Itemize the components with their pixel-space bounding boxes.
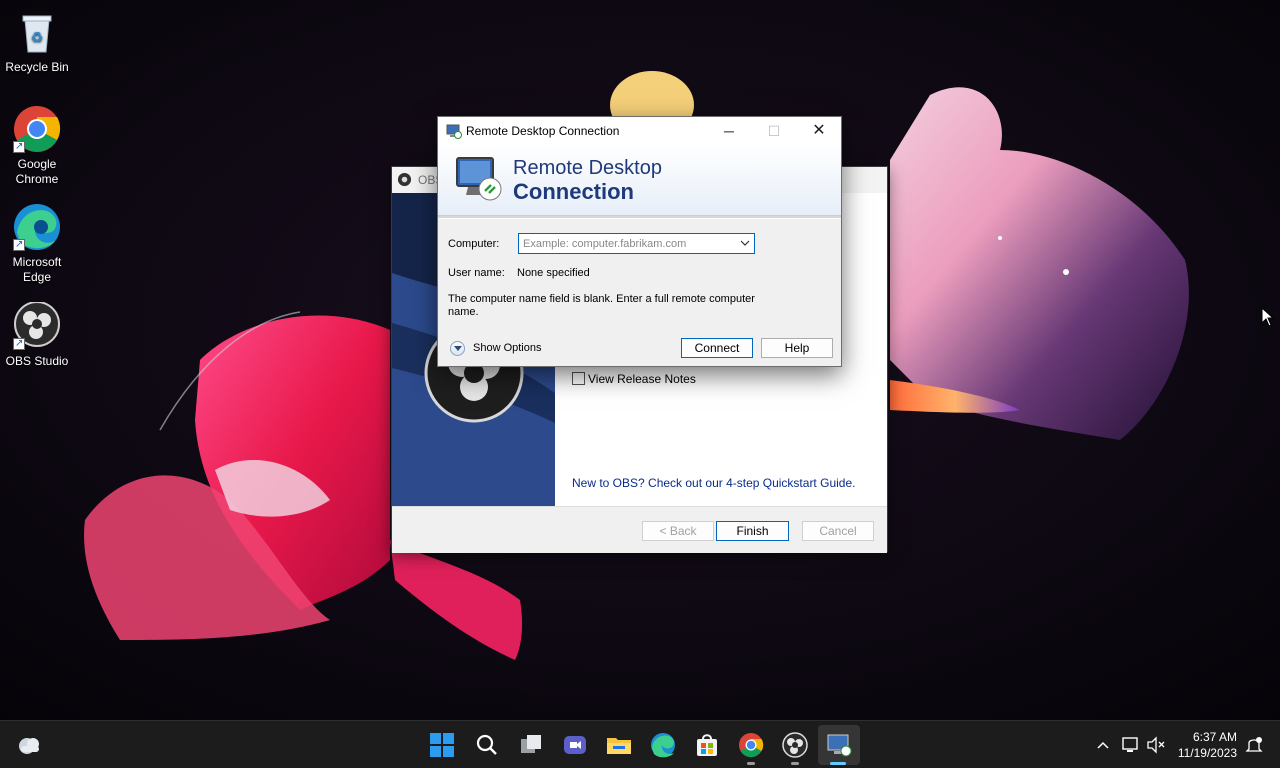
desktop-icon-label: Recycle Bin	[5, 60, 69, 74]
banner-separator	[438, 216, 841, 219]
rdp-banner: Remote Desktop Connection	[438, 145, 841, 216]
rdp-titlebar[interactable]: Remote Desktop Connection ─ ☐ ✕	[438, 117, 841, 145]
desktop-icon-label: Microsoft Edge	[12, 255, 62, 284]
edge-icon	[13, 203, 61, 252]
desktop-icon-recycle-bin[interactable]: ♻ Recycle Bin	[0, 8, 74, 75]
help-button[interactable]: Help	[761, 338, 833, 358]
network-icon[interactable]	[1120, 734, 1142, 756]
clock-date[interactable]: 11/19/2023	[1167, 746, 1237, 760]
computer-label: Computer:	[448, 238, 500, 250]
meet-icon[interactable]	[561, 731, 589, 759]
desktop-icon-microsoft-edge[interactable]: Microsoft Edge	[0, 203, 74, 285]
maximize-icon: ☐	[767, 123, 781, 139]
desktop-icon-google-chrome[interactable]: Google Chrome	[0, 105, 74, 187]
start-icon[interactable]	[428, 731, 456, 759]
remote-desktop-active-indicator	[830, 762, 846, 765]
obs-running-indicator	[791, 762, 799, 765]
search-icon[interactable]	[473, 731, 501, 759]
desktop-icon-label: OBS Studio	[5, 354, 69, 368]
obs-icon	[397, 172, 412, 187]
clock-time[interactable]: 6:37 AM	[1167, 730, 1237, 744]
blank-computer-message: The computer name field is blank. Enter …	[448, 293, 755, 318]
quickstart-guide-link[interactable]: New to OBS? Check out our 4-step Quickst…	[572, 476, 855, 490]
edge-icon[interactable]	[649, 731, 677, 759]
view-release-notes-label: View Release Notes	[588, 372, 696, 386]
checkbox-box[interactable]	[572, 372, 585, 385]
username-label: User name:	[448, 267, 505, 279]
back-button[interactable]: < Back	[642, 521, 714, 541]
taskbar: 6:37 AM 11/19/2023	[0, 720, 1280, 768]
obs-icon[interactable]	[781, 731, 809, 759]
obs-icon	[13, 301, 61, 351]
banner-title-line2: Connection	[513, 179, 634, 204]
chrome-icon	[13, 105, 61, 154]
close-icon: ✕	[812, 122, 826, 139]
chevron-down-icon[interactable]	[736, 234, 754, 253]
volume-muted-icon[interactable]	[1145, 734, 1167, 756]
computer-input[interactable]	[521, 235, 737, 252]
cancel-button[interactable]: Cancel	[802, 521, 874, 541]
close-button[interactable]: ✕	[796, 117, 842, 145]
minimize-icon: ─	[724, 123, 734, 139]
obs-wizard-button-bar: < Back Finish Cancel	[392, 506, 887, 553]
file-explorer-icon[interactable]	[605, 731, 633, 759]
remote-desktop-taskbar-button[interactable]	[818, 725, 860, 765]
chrome-icon[interactable]	[737, 731, 765, 759]
connect-button[interactable]: Connect	[681, 338, 753, 358]
rdp-window-title: Remote Desktop Connection	[466, 124, 620, 138]
widgets-icon[interactable]	[15, 731, 43, 759]
desktop-icon-label: Google Chrome	[15, 157, 59, 186]
chevron-up-icon[interactable]	[1092, 734, 1114, 756]
svg-text:♻: ♻	[31, 30, 44, 46]
desktop-icon-obs-studio[interactable]: OBS Studio	[0, 301, 74, 369]
notification-icon[interactable]	[1243, 734, 1265, 756]
store-icon[interactable]	[693, 731, 721, 759]
remote-desktop-icon	[827, 734, 852, 757]
username-value: None specified	[517, 267, 590, 279]
expand-icon	[450, 341, 465, 356]
show-options-label: Show Options	[473, 342, 542, 354]
remote-desktop-logo-icon	[456, 157, 502, 201]
mouse-cursor-icon	[1261, 307, 1275, 327]
banner-title-line1: Remote Desktop	[513, 157, 662, 179]
minimize-button[interactable]: ─	[706, 117, 752, 145]
remote-desktop-dialog: Remote Desktop Connection ─ ☐ ✕ Remote D…	[437, 116, 842, 367]
remote-desktop-icon	[446, 124, 462, 139]
finish-button[interactable]: Finish	[716, 521, 789, 541]
computer-combobox[interactable]	[518, 233, 755, 254]
recycle-bin-icon: ♻	[13, 8, 61, 56]
chrome-running-indicator	[747, 762, 755, 765]
task-view-icon[interactable]	[517, 731, 545, 759]
maximize-button: ☐	[751, 117, 797, 145]
